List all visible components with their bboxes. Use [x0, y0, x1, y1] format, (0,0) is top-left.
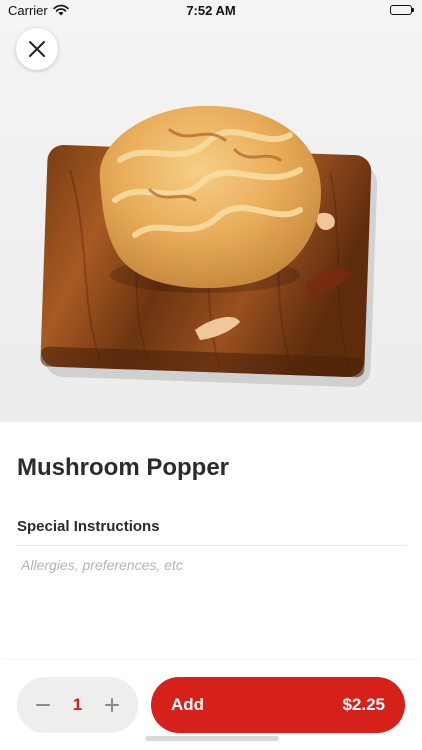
divider — [17, 545, 406, 546]
close-icon — [29, 41, 45, 57]
add-button-label: Add — [171, 695, 205, 714]
increase-quantity-button[interactable] — [92, 677, 132, 733]
clock-time: 7:52 AM — [186, 3, 236, 18]
add-button-price: $2.25 — [342, 695, 385, 714]
status-bar: Carrier 7:52 AM — [0, 0, 422, 22]
product-title: Mushroom Popper — [17, 454, 230, 481]
home-indicator — [145, 736, 279, 741]
battery-icon — [390, 5, 414, 15]
minus-icon — [36, 704, 50, 706]
product-photo — [0, 0, 422, 422]
special-instructions-input[interactable] — [17, 551, 410, 579]
add-to-order-button[interactable]: Add $2.25 — [151, 677, 405, 733]
product-photo-illustration — [40, 105, 378, 388]
plus-icon — [105, 698, 119, 712]
special-instructions-label: Special Instructions — [17, 518, 160, 535]
quantity-stepper[interactable]: 1 — [17, 677, 138, 733]
close-button[interactable] — [16, 28, 58, 70]
